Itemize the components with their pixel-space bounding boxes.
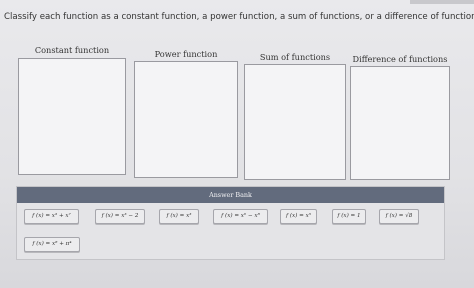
answer-chip[interactable]: f (x) = √8 <box>379 209 419 224</box>
answer-chip[interactable]: f (x) = x⁸ + π⁴ <box>24 237 80 252</box>
category-constant-function: Constant function <box>18 45 126 175</box>
top-bar-accent <box>410 0 474 4</box>
drop-zone-power-function[interactable] <box>134 61 238 178</box>
activity-page: Classify each function as a constant fun… <box>0 0 474 288</box>
category-label-difference: Difference of functions <box>352 54 448 64</box>
drop-zone-constant-function[interactable] <box>18 58 126 175</box>
category-power-function: Power function <box>134 49 238 178</box>
answer-chip[interactable]: f (x) = x³ + x⁷ <box>24 209 79 224</box>
answer-chip[interactable]: f (x) = 1 <box>332 209 366 224</box>
answer-chip[interactable]: f (x) = x⁶ − x⁸ <box>213 209 268 224</box>
category-label-sum: Sum of functions <box>259 52 331 62</box>
drop-zone-difference-of-functions[interactable] <box>350 66 450 180</box>
answer-chip[interactable]: f (x) = x⁵ <box>280 209 317 224</box>
category-difference-of-functions: Difference of functions <box>350 54 450 180</box>
answer-chip[interactable]: f (x) = x³ <box>159 209 199 224</box>
category-label-power: Power function <box>154 49 218 59</box>
drop-zone-sum-of-functions[interactable] <box>244 64 346 180</box>
answer-bank: Answer Bank f (x) = x³ + x⁷ f (x) = x³ −… <box>16 186 445 260</box>
question-text: Classify each function as a constant fun… <box>4 12 474 22</box>
answer-chip[interactable]: f (x) = x³ − 2 <box>95 209 145 224</box>
category-label-constant: Constant function <box>34 45 110 55</box>
answer-bank-title: Answer Bank <box>17 187 444 203</box>
category-sum-of-functions: Sum of functions <box>244 52 346 180</box>
